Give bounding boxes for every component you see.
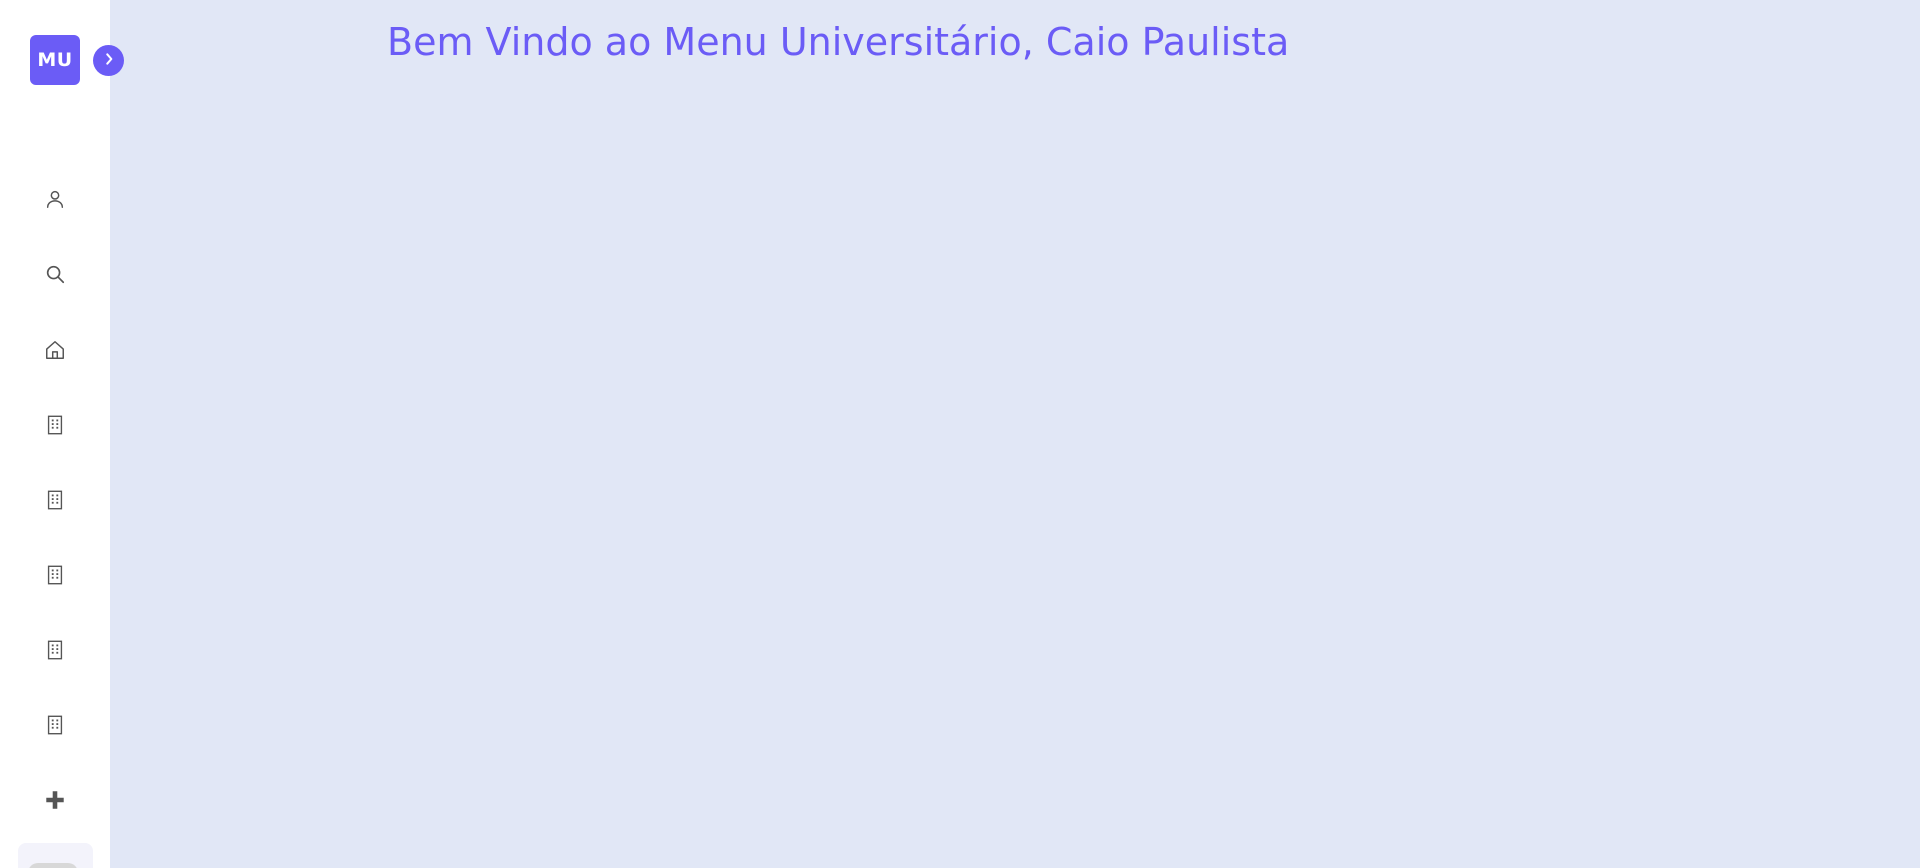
search-icon	[44, 263, 66, 285]
building-icon	[44, 489, 66, 511]
app-root: MU Bem Vindo ao Menu Universitário, Caio…	[0, 0, 1920, 868]
building-icon	[44, 714, 66, 736]
building-icon	[44, 414, 66, 436]
app-logo[interactable]: MU	[30, 35, 80, 85]
sidebar: MU	[0, 0, 110, 868]
sidebar-item-search[interactable]	[35, 254, 75, 294]
sidebar-toggle-button[interactable]	[93, 45, 124, 76]
sidebar-item-building-4[interactable]	[35, 630, 75, 670]
sidebar-item-add[interactable]	[35, 780, 75, 820]
welcome-heading: Bem Vindo ao Menu Universitário, Caio Pa…	[387, 20, 1290, 64]
sidebar-item-profile[interactable]	[35, 179, 75, 219]
sidebar-item-building-3[interactable]	[35, 555, 75, 595]
chevron-right-icon	[102, 51, 116, 70]
theme-toggle-container	[18, 843, 93, 868]
sidebar-item-home[interactable]	[35, 330, 75, 370]
building-icon	[44, 639, 66, 661]
plus-icon	[44, 789, 66, 811]
sidebar-item-building-2[interactable]	[35, 480, 75, 520]
sidebar-item-building-5[interactable]	[35, 705, 75, 745]
user-icon	[44, 188, 66, 210]
sidebar-item-building-1[interactable]	[35, 405, 75, 445]
home-icon	[44, 339, 66, 361]
theme-toggle-switch[interactable]	[28, 863, 78, 868]
building-icon	[44, 564, 66, 586]
